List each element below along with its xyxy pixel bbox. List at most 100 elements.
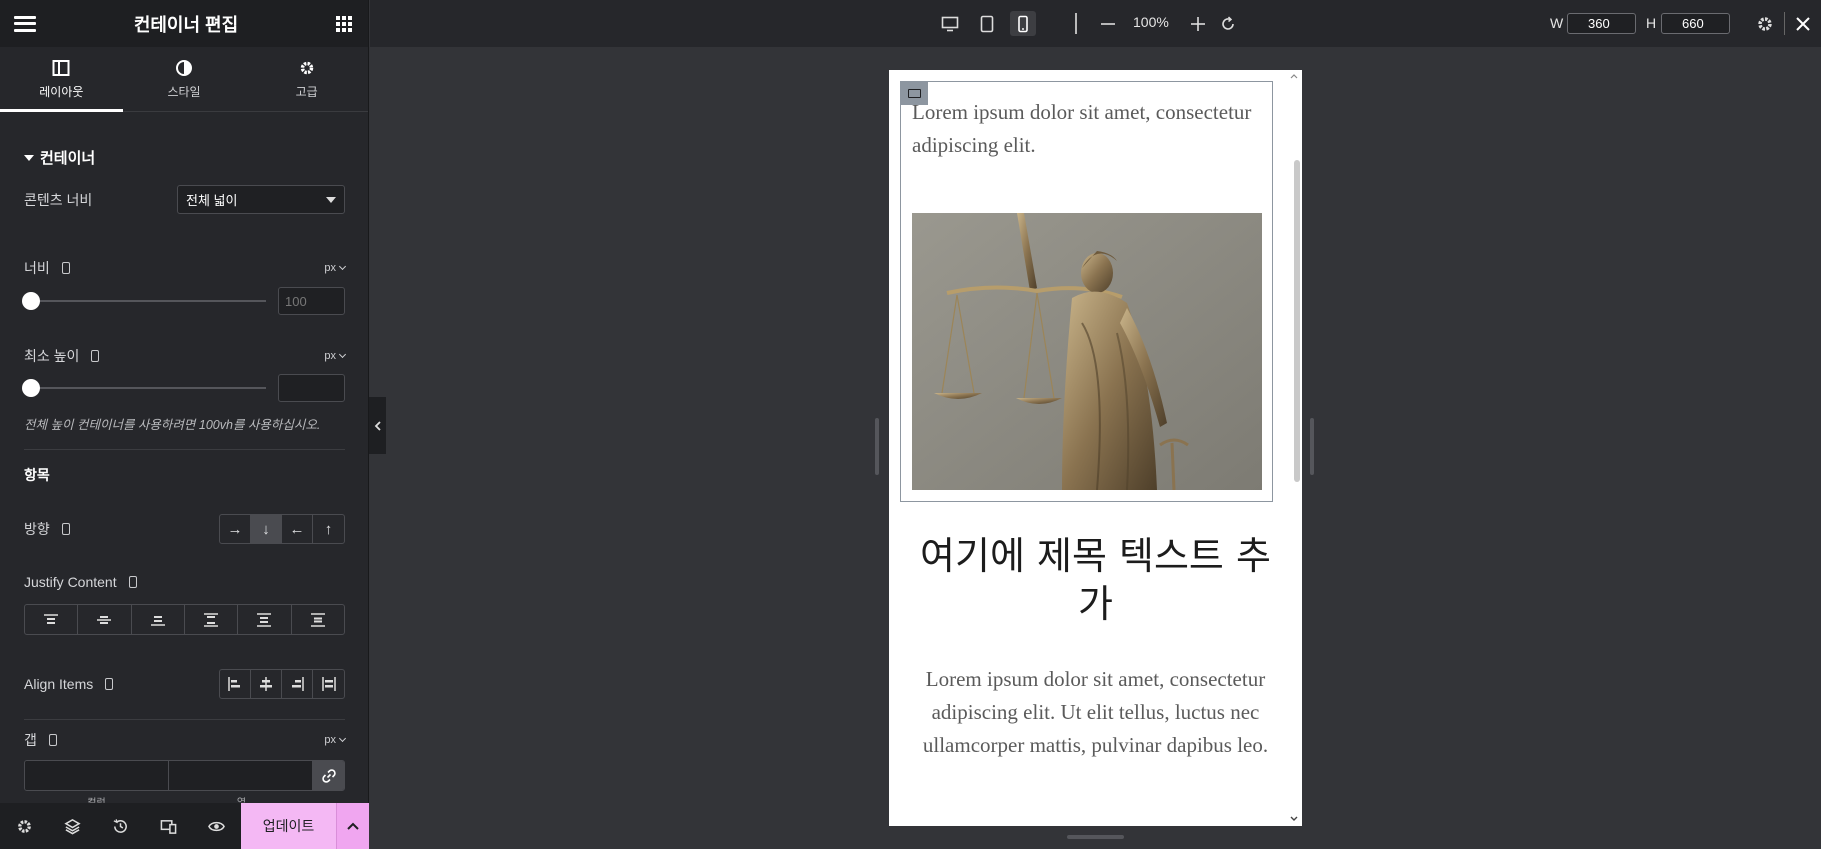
width-label: 너비 bbox=[24, 260, 50, 276]
justify-button-group bbox=[24, 604, 345, 635]
justify-space-between-icon bbox=[204, 612, 219, 627]
text-editor-top[interactable]: Lorem ipsum dolor sit amet, consectetur … bbox=[912, 96, 1262, 162]
align-button-group bbox=[219, 669, 345, 699]
height-dimension-input[interactable]: 660 bbox=[1661, 13, 1730, 34]
width-dimension-value: 360 bbox=[1588, 16, 1610, 31]
update-button[interactable]: 업데이트 bbox=[241, 803, 336, 849]
navigator-button[interactable] bbox=[48, 803, 96, 849]
justify-space-evenly-icon bbox=[310, 612, 325, 627]
align-end-icon bbox=[292, 677, 304, 691]
tab-layout[interactable]: 레이아웃 bbox=[0, 47, 123, 112]
mobile-device-icon[interactable] bbox=[48, 734, 57, 746]
min-height-slider[interactable] bbox=[22, 379, 266, 397]
mobile-device-icon[interactable] bbox=[61, 262, 70, 274]
direction-row-button[interactable]: → bbox=[220, 515, 251, 543]
link-values-button[interactable] bbox=[313, 761, 344, 790]
align-stretch-icon bbox=[321, 677, 336, 691]
min-height-unit-select[interactable]: px bbox=[324, 350, 347, 362]
align-center-button[interactable] bbox=[251, 670, 282, 698]
justify-end-button[interactable] bbox=[132, 605, 185, 634]
width-row: 너비 px bbox=[24, 258, 347, 278]
width-dimension-label: W bbox=[1550, 15, 1564, 31]
width-unit: px bbox=[324, 262, 336, 274]
width-input[interactable]: 100 bbox=[278, 287, 345, 315]
bottom-resize-handle[interactable] bbox=[1067, 835, 1124, 839]
responsive-icon bbox=[160, 819, 176, 834]
heading-text[interactable]: 여기에 제목 텍스트 추가 bbox=[909, 532, 1282, 628]
layout-icon bbox=[52, 59, 70, 76]
justify-space-around-icon bbox=[257, 612, 272, 627]
justify-space-around-button[interactable] bbox=[238, 605, 292, 634]
right-resize-handle[interactable] bbox=[1310, 418, 1314, 475]
update-options-button[interactable] bbox=[336, 803, 369, 849]
tab-advanced[interactable]: 고급 bbox=[245, 47, 368, 111]
align-start-icon bbox=[228, 677, 240, 691]
chevron-down-icon bbox=[338, 734, 347, 743]
menu-icon[interactable] bbox=[14, 15, 36, 32]
chevron-left-icon bbox=[374, 420, 381, 431]
desktop-icon bbox=[941, 16, 959, 31]
reset-zoom-button[interactable] bbox=[1216, 11, 1240, 36]
responsive-mode-button[interactable] bbox=[144, 803, 192, 849]
width-dimension-input[interactable]: 360 bbox=[1567, 13, 1636, 34]
align-start-button[interactable] bbox=[220, 670, 251, 698]
direction-column-button[interactable]: ↓ bbox=[251, 515, 282, 543]
mobile-device-icon[interactable] bbox=[128, 576, 137, 588]
mobile-device-icon[interactable] bbox=[61, 523, 70, 535]
section-container-toggle[interactable]: 컨테이너 bbox=[24, 147, 95, 168]
mobile-view-button[interactable] bbox=[1010, 11, 1036, 36]
history-button[interactable] bbox=[96, 803, 144, 849]
refresh-icon bbox=[1222, 15, 1234, 30]
text-editor-body[interactable]: Lorem ipsum dolor sit amet, consectetur … bbox=[911, 663, 1280, 762]
scroll-down-icon[interactable] bbox=[1290, 816, 1298, 822]
tablet-view-button[interactable] bbox=[975, 11, 999, 36]
eye-icon bbox=[207, 821, 225, 831]
desktop-view-button[interactable] bbox=[938, 11, 962, 36]
gap-unit-select[interactable]: px bbox=[324, 734, 347, 746]
justify-label: Justify Content bbox=[24, 574, 117, 590]
gap-row-input[interactable] bbox=[169, 761, 313, 790]
content-width-select[interactable]: 전체 넓이 bbox=[177, 185, 345, 214]
align-center-icon bbox=[260, 677, 272, 691]
zoom-in-button[interactable] bbox=[1186, 11, 1210, 36]
toolbar-divider bbox=[1784, 12, 1785, 35]
justify-center-icon bbox=[97, 615, 112, 624]
editor-panel: 컨테이너 편집 레이아웃 스타일 고급 컨테이너 콘텐츠 너비 전체 넓이 너비… bbox=[0, 0, 369, 849]
zoom-out-button[interactable] bbox=[1096, 11, 1120, 36]
settings-button[interactable] bbox=[0, 803, 48, 849]
gap-unit: px bbox=[324, 734, 336, 746]
mobile-device-icon[interactable] bbox=[105, 678, 114, 690]
direction-column-reverse-button[interactable]: ↑ bbox=[313, 515, 344, 543]
scroll-up-icon[interactable] bbox=[1290, 73, 1298, 79]
justify-space-between-button[interactable] bbox=[185, 605, 239, 634]
preview-scrollbar[interactable] bbox=[1294, 160, 1300, 482]
gap-column-input[interactable] bbox=[25, 761, 169, 790]
direction-row: 방향 → ↓ ← ↑ bbox=[24, 514, 345, 544]
panel-controls: 컨테이너 콘텐츠 너비 전체 넓이 너비 px 100 최소 높이 px 전체 … bbox=[0, 113, 369, 803]
preview-button[interactable] bbox=[192, 803, 240, 849]
align-stretch-button[interactable] bbox=[313, 670, 344, 698]
mobile-device-icon[interactable] bbox=[91, 350, 100, 362]
caret-down-icon bbox=[24, 154, 34, 161]
device-settings-button[interactable] bbox=[1753, 11, 1777, 36]
collapse-panel-button[interactable] bbox=[369, 397, 386, 454]
left-resize-handle[interactable] bbox=[875, 418, 879, 475]
width-unit-select[interactable]: px bbox=[324, 262, 347, 274]
direction-row-reverse-button[interactable]: ← bbox=[282, 515, 313, 543]
width-slider[interactable] bbox=[22, 292, 266, 310]
min-height-slider-thumb[interactable] bbox=[22, 379, 40, 397]
width-slider-thumb[interactable] bbox=[22, 292, 40, 310]
close-responsive-button[interactable] bbox=[1791, 11, 1815, 36]
gap-row-sublabel: 열 bbox=[169, 794, 314, 803]
widgets-grid-icon[interactable] bbox=[336, 15, 352, 32]
min-height-input[interactable] bbox=[278, 374, 345, 402]
gear-icon bbox=[17, 819, 31, 833]
gap-sublabels: 컬럼 열 bbox=[24, 794, 314, 803]
align-end-button[interactable] bbox=[282, 670, 313, 698]
tab-style[interactable]: 스타일 bbox=[123, 47, 246, 111]
justify-space-evenly-button[interactable] bbox=[292, 605, 344, 634]
hero-image[interactable] bbox=[912, 213, 1262, 490]
divider bbox=[24, 449, 345, 450]
justify-start-button[interactable] bbox=[25, 605, 79, 634]
justify-center-button[interactable] bbox=[78, 605, 132, 634]
